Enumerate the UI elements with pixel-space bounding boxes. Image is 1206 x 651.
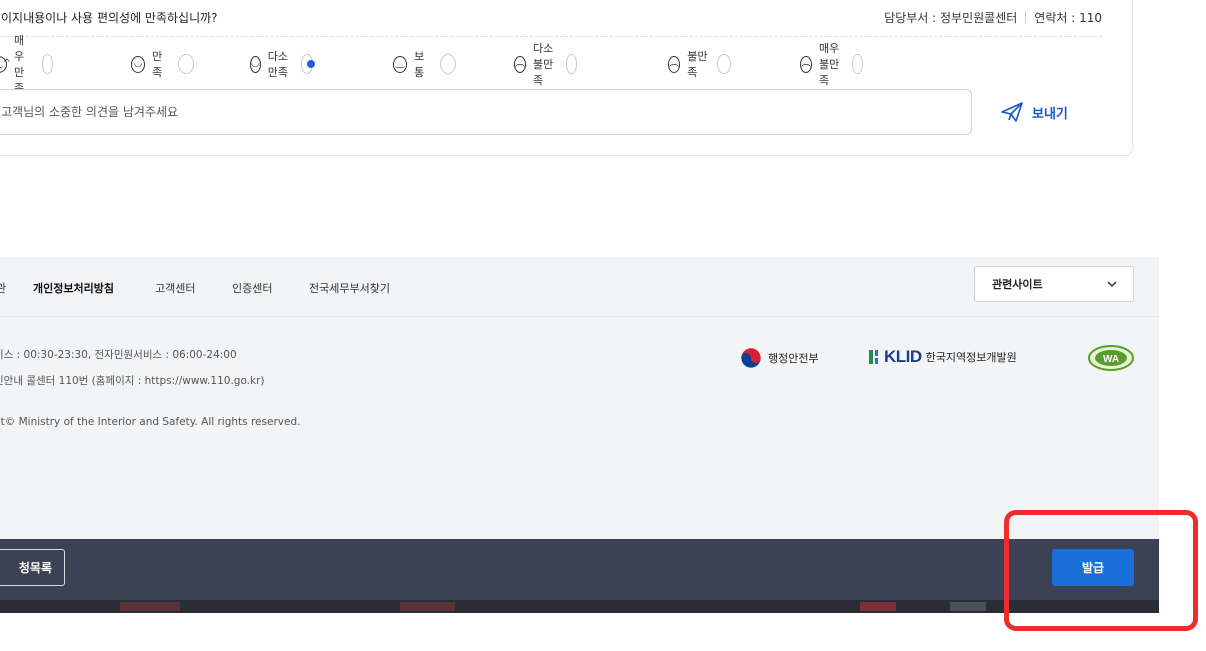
rating-label: 불만족 xyxy=(687,50,708,79)
highlight-annotation xyxy=(1004,510,1198,631)
rating-label: 보통 xyxy=(414,50,425,79)
strip-segment xyxy=(950,602,986,611)
related-sites-label: 관련사이트 xyxy=(992,278,1043,291)
very-happy-face-icon: ^‿^ xyxy=(0,55,11,73)
rating-label: 다소만족 xyxy=(267,50,289,79)
footer-link-customer-center[interactable]: 고객센터 xyxy=(155,280,195,296)
footer-link-privacy-policy[interactable]: 개인정보처리방침 xyxy=(33,280,114,296)
rating-neutral[interactable]: ‿ 보통 xyxy=(393,50,457,79)
wa-certification-logo[interactable]: WA xyxy=(1088,345,1134,371)
very-sad-face-icon: ︵ xyxy=(800,55,812,73)
klid-name: 한국지역정보개발원 xyxy=(925,351,1017,364)
footer-info: 비스 : 00:30-23:30, 전자민원서비스 : 06:00-24:00 … xyxy=(0,317,1159,539)
radio-button[interactable] xyxy=(439,54,457,74)
mois-logo-text: 행정안전부 xyxy=(768,352,819,365)
klid-wordmark: KLID xyxy=(884,347,922,366)
divider xyxy=(1025,11,1027,23)
footer-link-tax-office-finder[interactable]: 전국세무부서찾기 xyxy=(309,280,390,296)
smile-face-icon: ◡ xyxy=(250,55,261,73)
neutral-face-icon: ‿ xyxy=(393,55,408,73)
strip-segment xyxy=(400,602,455,611)
divider-dashed xyxy=(1,36,1102,37)
rating-label: 매우만족 xyxy=(14,34,25,95)
application-list-button[interactable]: 청목록 xyxy=(0,549,65,586)
contact-label: 연락처 : 110 xyxy=(1034,11,1102,25)
call-center-text: 민안내 콜센터 110번 (홈페이지 : https://www.110.go.… xyxy=(0,375,265,387)
rating-label: 다소불만족 xyxy=(533,42,554,87)
taegeuk-emblem-icon xyxy=(740,347,762,369)
footer-nav: 관 개인정보처리방침 고객센터 인증센터 전국세무부서찾기 관련사이트 xyxy=(0,257,1159,317)
radio-button[interactable] xyxy=(566,54,578,74)
department-info: 담당부서 : 정부민원콜센터 연락처 : 110 xyxy=(884,9,1102,26)
klid-mark-icon xyxy=(869,350,878,364)
strip-segment xyxy=(120,602,180,611)
rating-satisfied[interactable]: ◡ 만족 xyxy=(131,50,195,79)
department-label: 담당부서 : 정부민원콜센터 xyxy=(884,11,1018,25)
bottom-action-bar: 청목록 발급 xyxy=(0,539,1159,600)
bottom-strip xyxy=(0,600,1159,613)
send-button[interactable]: 보내기 xyxy=(1000,99,1068,125)
wa-mark-text: WA xyxy=(1103,354,1119,365)
copyright-text: ht© Ministry of the Interior and Safety.… xyxy=(0,416,301,428)
frown-face-icon: ︵ xyxy=(514,55,526,73)
send-label: 보내기 xyxy=(1032,106,1068,122)
rating-very-dissatisfied[interactable]: ︵ 매우불만족 xyxy=(800,42,864,87)
footer-link-partial[interactable]: 관 xyxy=(0,280,6,296)
rating-somewhat-satisfied[interactable]: ◡ 다소만족 xyxy=(250,50,315,79)
related-sites-select[interactable]: 관련사이트 xyxy=(974,266,1134,302)
survey-question: 이지내용이나 사용 편의성에 만족하십니까? xyxy=(1,11,218,25)
radio-button[interactable] xyxy=(42,54,54,74)
opinion-input[interactable] xyxy=(0,89,972,135)
sad-face-icon: ︵ xyxy=(668,55,681,73)
service-hours-text: 비스 : 00:30-23:30, 전자민원서비스 : 06:00-24:00 xyxy=(0,349,237,361)
rating-somewhat-dissatisfied[interactable]: ︵ 다소불만족 xyxy=(514,42,578,87)
rating-label: 매우불만족 xyxy=(819,42,840,87)
paper-plane-icon xyxy=(1001,102,1023,122)
radio-button[interactable] xyxy=(852,54,864,74)
happy-face-icon: ◡ xyxy=(131,55,146,73)
chevron-down-icon xyxy=(1107,281,1117,287)
radio-button[interactable] xyxy=(177,54,195,74)
rating-dissatisfied[interactable]: ︵ 불만족 xyxy=(668,50,732,79)
footer-link-certificate-center[interactable]: 인증센터 xyxy=(232,280,272,296)
rating-label: 만족 xyxy=(152,50,163,79)
mois-logo[interactable]: 행정안전부 xyxy=(740,347,819,369)
web-accessibility-mark-icon: WA xyxy=(1088,345,1134,371)
strip-segment xyxy=(860,602,896,611)
radio-button-selected[interactable] xyxy=(300,54,315,74)
klid-logo[interactable]: KLID 한국지역정보개발원 xyxy=(868,347,1017,367)
rating-very-satisfied[interactable]: ^‿^ 매우만족 xyxy=(0,34,54,95)
radio-button[interactable] xyxy=(716,54,732,74)
